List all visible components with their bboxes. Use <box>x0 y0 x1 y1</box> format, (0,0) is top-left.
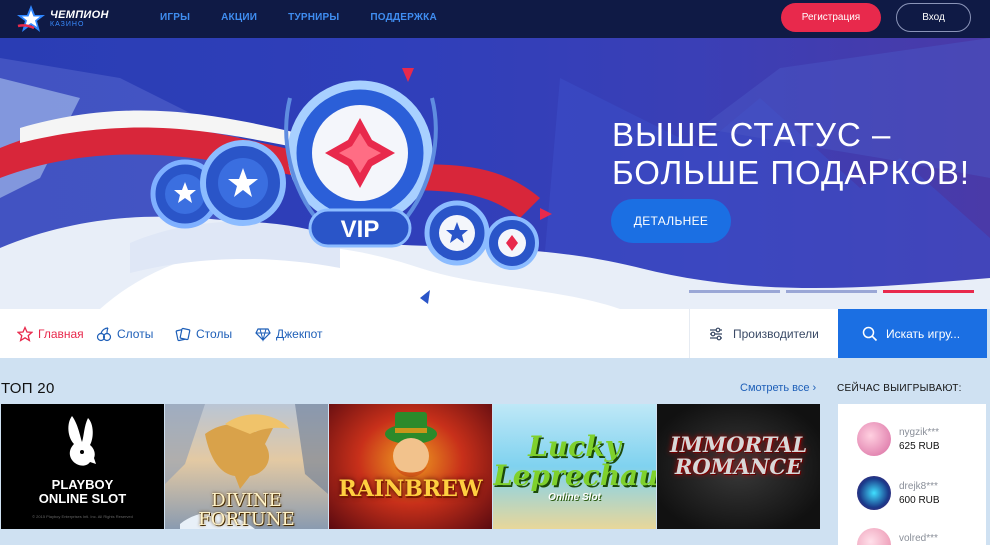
slide-indicator-3[interactable] <box>883 290 974 293</box>
game-title-playboy-line1: PLAYBOY <box>51 477 114 492</box>
nav-tournaments[interactable]: ТУРНИРЫ <box>288 12 339 23</box>
search-placeholder: Искать игру... <box>886 326 961 341</box>
slide-indicator-1[interactable] <box>689 290 780 293</box>
top-bar: ЧЕМПИОН КАЗИНО ИГРЫ АКЦИИ ТУРНИРЫ ПОДДЕР… <box>0 0 990 38</box>
register-button[interactable]: Регистрация <box>781 3 881 32</box>
game-tile-divine-fortune[interactable]: DIVINE FORTUNE <box>165 404 328 529</box>
see-all-label: Смотреть все <box>740 382 810 394</box>
banner-title-line1: ВЫШЕ СТАТУС – <box>612 116 892 153</box>
winners-panel: nygzik*** 625 RUB drejk8*** 600 RUB volr… <box>838 404 986 545</box>
category-jackpot-label: Джекпот <box>276 326 323 341</box>
search-game-input[interactable]: Искать игру... <box>838 309 987 358</box>
cherries-icon <box>96 326 112 341</box>
nav-games[interactable]: ИГРЫ <box>160 12 190 23</box>
game-title-lucky-leprechaun: Lucky Leprechaun <box>493 432 656 491</box>
nav-support[interactable]: ПОДДЕРЖКА <box>370 12 436 23</box>
main-nav: ИГРЫ АКЦИИ ТУРНИРЫ ПОДДЕРЖКА <box>160 12 468 23</box>
winner-amount: 625 RUB <box>899 441 940 452</box>
game-tile-playboy[interactable]: PLAYBOY ONLINE SLOT © 2015 Playboy Enter… <box>1 404 164 529</box>
nav-promotions[interactable]: АКЦИИ <box>221 12 257 23</box>
game-title-immortal-romance: IMMORTAL ROMANCE <box>657 432 820 480</box>
cards-icon <box>175 327 191 341</box>
chevron-right-icon: › <box>809 382 817 394</box>
star-logo-icon <box>17 5 45 32</box>
game-subtitle-lucky-leprechaun: Online Slot <box>548 492 601 503</box>
winner-avatar <box>857 528 891 545</box>
game-title-lucky-leprechaun-line1: Lucky <box>528 430 621 463</box>
winner-item[interactable]: nygzik*** 625 RUB <box>857 422 977 458</box>
top-games-list: PLAYBOY ONLINE SLOT © 2015 Playboy Enter… <box>1 404 821 529</box>
winner-avatar <box>857 422 891 456</box>
category-tables-label: Столы <box>196 326 233 341</box>
login-button[interactable]: Вход <box>896 3 971 32</box>
see-all-link[interactable]: Смотреть все › <box>740 382 816 394</box>
category-slots-label: Слоты <box>117 326 154 341</box>
game-title-immortal-romance-line1: IMMORTAL <box>669 432 808 457</box>
banner-title: ВЫШЕ СТАТУС – БОЛЬШЕ ПОДАРКОВ! <box>612 116 970 192</box>
game-title-playboy-line2: ONLINE SLOT <box>38 490 127 506</box>
vip-badge-text: VIP <box>341 216 380 243</box>
game-title-playboy: PLAYBOY ONLINE SLOT <box>1 478 164 505</box>
category-home-label: Главная <box>38 326 84 341</box>
providers-label: Производители <box>733 326 819 341</box>
providers-filter[interactable]: Производители <box>689 309 838 358</box>
logo[interactable]: ЧЕМПИОН КАЗИНО <box>16 3 126 35</box>
details-button[interactable]: ДЕТАЛЬНЕЕ <box>611 199 731 243</box>
filter-sliders-icon <box>710 327 722 340</box>
logo-subtitle: КАЗИНО <box>50 21 85 28</box>
game-tile-lucky-leprechaun[interactable]: Lucky Leprechaun Online Slot <box>493 404 656 529</box>
bunny-logo-icon <box>68 416 96 466</box>
slide-indicator-2[interactable] <box>786 290 877 293</box>
logo-title: ЧЕМПИОН <box>50 9 109 21</box>
top-section-title: ТОП 20 <box>1 380 55 397</box>
promo-banner[interactable]: VIP ВЫШЕ СТАТУС – БОЛЬШЕ ПОДАРКОВ! ДЕТАЛ… <box>0 38 990 309</box>
winner-amount: 600 RUB <box>899 495 940 506</box>
category-tables[interactable]: Столы <box>175 309 232 358</box>
game-title-lucky-leprechaun-line2: Leprechaun <box>493 459 656 493</box>
category-slots[interactable]: Слоты <box>96 309 153 358</box>
diamond-icon <box>255 327 271 342</box>
winner-name: volred*** <box>899 533 938 544</box>
game-title-immortal-romance-line2: ROMANCE <box>674 454 803 480</box>
winners-title: СЕЙЧАС ВЫИГРЫВАЮТ: <box>837 383 962 394</box>
star-icon <box>17 325 33 342</box>
game-title-divine-fortune: DIVINE FORTUNE <box>198 490 295 529</box>
winner-name: nygzik*** <box>899 427 940 438</box>
banner-title-line2: БОЛЬШЕ ПОДАРКОВ! <box>612 154 971 191</box>
winner-item[interactable]: drejk8*** 600 RUB <box>857 476 977 512</box>
leprechaun-icon <box>385 412 437 477</box>
game-tile-rainbrew[interactable]: RAINBREW <box>329 404 492 529</box>
category-home[interactable]: Главная <box>17 309 84 358</box>
search-icon <box>862 326 878 341</box>
game-copyright: © 2015 Playboy Enterprises Intl. Inc. Al… <box>32 514 133 519</box>
winner-avatar <box>857 476 891 510</box>
category-jackpot[interactable]: Джекпот <box>255 309 322 358</box>
game-title-rainbrew: RAINBREW <box>338 476 483 502</box>
winner-item[interactable]: volred*** <box>857 528 977 545</box>
game-tile-immortal-romance[interactable]: IMMORTAL ROMANCE <box>657 404 820 529</box>
winner-name: drejk8*** <box>899 481 938 492</box>
slider-indicators <box>689 290 980 293</box>
